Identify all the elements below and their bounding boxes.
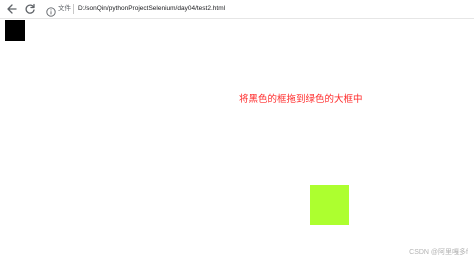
address-bar[interactable]: D:/sonQin/pythonProjectSelenium/day04/te…	[78, 4, 225, 14]
back-arrow-icon	[7, 4, 17, 14]
site-info-icon[interactable]	[46, 4, 56, 17]
back-button[interactable]	[5, 2, 19, 16]
browser-toolbar: 文件 D:/sonQin/pythonProjectSelenium/day04…	[0, 0, 474, 19]
security-label: 文件	[58, 5, 71, 12]
browser-window: 文件 D:/sonQin/pythonProjectSelenium/day04…	[0, 0, 474, 262]
info-circle-icon	[46, 7, 56, 17]
reload-button[interactable]	[23, 2, 37, 16]
address-separator	[73, 4, 74, 14]
draggable-black-box[interactable]	[5, 20, 25, 41]
watermark: CSDN @阿里嘎多f	[409, 249, 468, 256]
green-drop-target[interactable]	[310, 185, 349, 225]
instruction-text: 将黑色的框拖到绿色的大框中	[239, 94, 363, 105]
page-content: 将黑色的框拖到绿色的大框中	[0, 19, 474, 262]
reload-icon	[25, 3, 35, 14]
